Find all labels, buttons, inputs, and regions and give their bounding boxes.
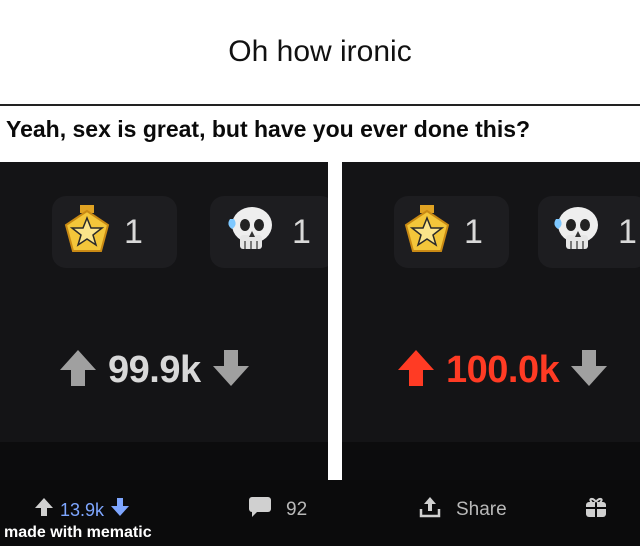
post-score: 13.9k	[60, 499, 105, 520]
gift-award-button[interactable]	[584, 495, 608, 525]
award-skull-pill[interactable]: 1	[538, 196, 640, 268]
upvote-arrow-icon[interactable]	[394, 346, 438, 395]
panel-footer	[342, 442, 640, 480]
skull-icon	[550, 205, 604, 260]
vote-score: 99.9k	[108, 348, 201, 391]
vote-score: 100.0k	[446, 348, 560, 391]
panel-footer	[0, 442, 328, 480]
left-screenshot-panel: 1 1 99.9k	[0, 162, 328, 480]
comment-count: 92	[286, 499, 308, 520]
skull-icon	[224, 205, 278, 260]
downvote-arrow-icon[interactable]	[567, 346, 611, 395]
award-count: 1	[292, 212, 311, 251]
comments-button[interactable]: 92	[248, 496, 308, 524]
meme-header-text: Yeah, sex is great, but have you ever do…	[6, 116, 531, 142]
mematic-watermark: made with mematic	[4, 524, 152, 541]
upvote-arrow-icon[interactable]	[56, 346, 100, 395]
downvote-arrow-icon[interactable]	[209, 346, 253, 395]
award-star-pill[interactable]: 1	[394, 196, 509, 268]
post-vote-group: 13.9k	[34, 498, 130, 522]
right-screenshot-panel: 1 1 100.0k	[342, 162, 640, 480]
award-count: 1	[124, 212, 143, 251]
panel-gap	[328, 162, 342, 480]
star-medal-icon	[64, 204, 110, 260]
award-count: 1	[618, 212, 637, 251]
gift-icon	[584, 495, 608, 525]
vote-row: 100.0k	[394, 340, 611, 400]
share-icon	[418, 495, 442, 525]
award-star-pill[interactable]: 1	[52, 196, 177, 268]
star-medal-icon	[404, 204, 450, 260]
award-count: 1	[464, 212, 483, 251]
downvote-arrow-icon[interactable]	[110, 497, 130, 523]
award-skull-pill[interactable]: 1	[210, 196, 328, 268]
share-label: Share	[456, 499, 507, 520]
meme-caption: Oh how ironic	[228, 35, 412, 68]
divider	[0, 104, 640, 106]
meme-image: Yeah, sex is great, but have you ever do…	[0, 104, 640, 546]
upvote-arrow-icon[interactable]	[34, 497, 54, 523]
share-button[interactable]: Share	[418, 495, 507, 525]
vote-row: 99.9k	[56, 340, 253, 400]
comment-icon	[248, 496, 272, 524]
